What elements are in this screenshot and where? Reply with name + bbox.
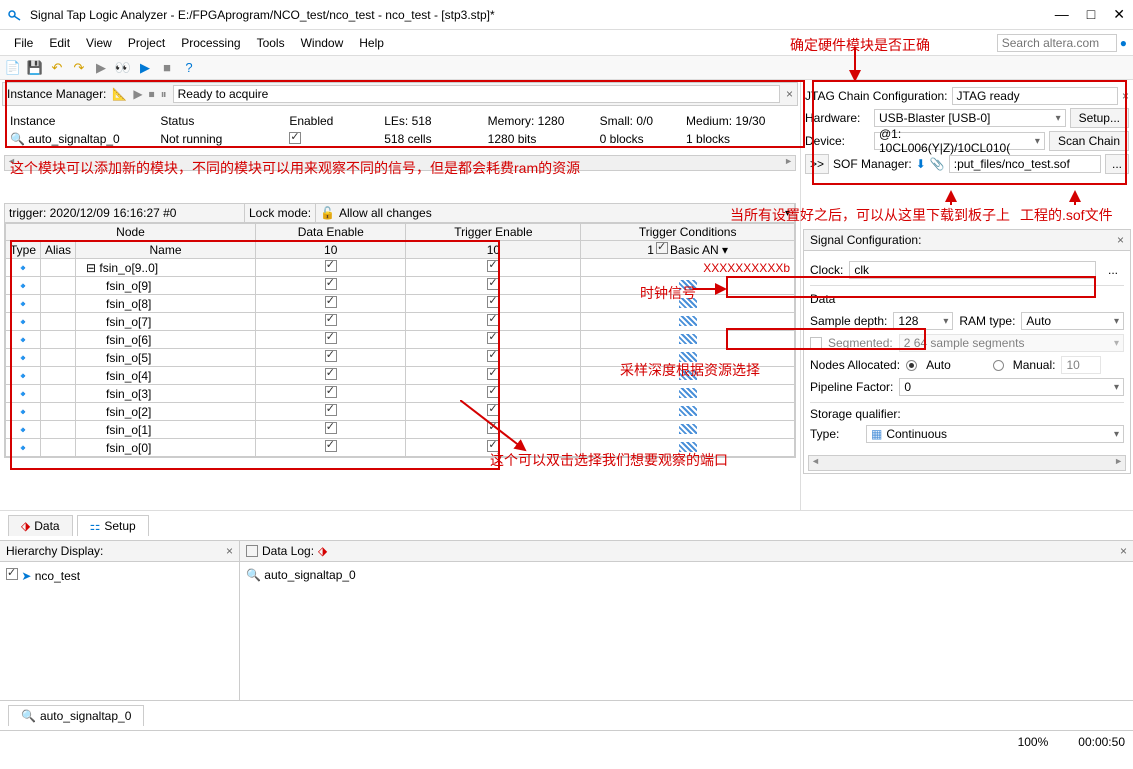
- app-icon: [8, 7, 24, 23]
- bottom-tabbar: 🔍 auto_signaltap_0: [0, 700, 1133, 730]
- nodes-alloc-label: Nodes Allocated:: [810, 358, 900, 372]
- sigconf-title: Signal Configuration:: [810, 233, 921, 247]
- annot-download: 当所有设置好之后，可以从这里下载到板子上: [730, 205, 1010, 225]
- datalog-panel: Data Log: ⬗ × 🔍 auto_signaltap_0: [240, 541, 1133, 700]
- data-section: Data Sample depth: 128 RAM type: Auto Se…: [810, 285, 1124, 443]
- menu-file[interactable]: File: [6, 34, 41, 52]
- redbox-nodes: [10, 240, 500, 470]
- type-label: Type:: [810, 427, 860, 441]
- instance-icon: 🔍: [246, 568, 261, 582]
- header-node: Node: [6, 224, 256, 241]
- hier-check[interactable]: [6, 568, 18, 580]
- redbox-sample: [726, 328, 926, 350]
- redbox-clock: [726, 276, 1096, 298]
- binoculars-icon[interactable]: 👀: [114, 59, 132, 77]
- trigger-timestamp: trigger: 2020/12/09 16:16:27 #0: [5, 204, 245, 222]
- header-tc-val[interactable]: 1Basic AN ▾: [581, 241, 795, 259]
- status-pct: 100%: [1018, 735, 1049, 749]
- datalog-check[interactable]: [246, 545, 258, 557]
- hierarchy-title: Hierarchy Display:: [6, 544, 103, 558]
- pipeline-label: Pipeline Factor:: [810, 380, 893, 394]
- type-dropdown[interactable]: ▦ Continuous: [866, 425, 1124, 443]
- sigconf-close[interactable]: ×: [1117, 233, 1124, 247]
- module-icon: ➤: [21, 569, 31, 583]
- redo-icon[interactable]: ↷: [70, 59, 88, 77]
- lock-mode-value[interactable]: 🔓 Allow all changes ▾: [316, 204, 795, 222]
- sample-depth-label: Sample depth:: [810, 314, 887, 328]
- maximize-button[interactable]: □: [1087, 6, 1095, 23]
- bottom-tab[interactable]: 🔍 auto_signaltap_0: [8, 705, 144, 726]
- menu-help[interactable]: Help: [351, 34, 392, 52]
- save-icon[interactable]: 💾: [26, 59, 44, 77]
- statusbar: 100% 00:00:50: [0, 730, 1133, 752]
- search-input[interactable]: [997, 34, 1117, 52]
- redbox-jtag: [812, 80, 1127, 185]
- nodes-auto-radio[interactable]: [906, 360, 917, 371]
- segmented-dropdown: 2 64 sample segments: [899, 334, 1124, 352]
- lock-mode-label: Lock mode:: [245, 204, 316, 222]
- run-icon[interactable]: ▶: [136, 59, 154, 77]
- datalog-icon[interactable]: ⬗: [318, 544, 327, 558]
- annot-hw-correct: 确定硬件模块是否正确: [790, 35, 930, 55]
- annot-module: 这个模块可以添加新的模块，不同的模块可以用来观察不同的信号，但是都会耗费ram的…: [10, 158, 580, 178]
- status-time: 00:00:50: [1078, 735, 1125, 749]
- pattern-icon[interactable]: [679, 334, 697, 344]
- ram-type-label: RAM type:: [959, 314, 1015, 328]
- hier-item[interactable]: nco_test: [35, 569, 80, 583]
- menu-edit[interactable]: Edit: [41, 34, 78, 52]
- menu-window[interactable]: Window: [293, 34, 352, 52]
- annot-sample: 采样深度根据资源选择: [620, 360, 760, 380]
- undo-icon[interactable]: ↶: [48, 59, 66, 77]
- datalog-title: Data Log:: [262, 544, 314, 558]
- nodes-manual-radio[interactable]: [993, 360, 1004, 371]
- header-data-enable: Data Enable: [256, 224, 406, 241]
- header-trigger-cond: Trigger Conditions: [581, 224, 795, 241]
- clock-label: Clock:: [810, 263, 843, 277]
- pipeline-dropdown[interactable]: 0: [899, 378, 1124, 396]
- search-box: ●: [997, 34, 1127, 52]
- signal-config-panel: Signal Configuration: × Clock: clk ... D…: [803, 229, 1131, 474]
- menu-processing[interactable]: Processing: [173, 34, 248, 52]
- hierarchy-panel: Hierarchy Display: × ➤ nco_test: [0, 541, 240, 700]
- new-icon[interactable]: 📄: [4, 59, 22, 77]
- lock-icon: 🔓: [320, 206, 335, 220]
- clock-browse[interactable]: ...: [1102, 262, 1124, 278]
- window-title: Signal Tap Logic Analyzer - E:/FPGAprogr…: [30, 8, 1055, 22]
- parent-cond[interactable]: XXXXXXXXXXb: [581, 259, 795, 277]
- pattern-icon[interactable]: [679, 424, 697, 434]
- titlebar: Signal Tap Logic Analyzer - E:/FPGAprogr…: [0, 0, 1133, 30]
- search-globe-icon[interactable]: ●: [1120, 36, 1127, 50]
- redbox-instance: [5, 80, 805, 148]
- ram-type-dropdown[interactable]: Auto: [1021, 312, 1124, 330]
- annot-port: 这个可以双击选择我们想要观察的端口: [490, 450, 728, 470]
- pattern-icon[interactable]: [679, 406, 697, 416]
- header-trigger-enable: Trigger Enable: [406, 224, 581, 241]
- close-button[interactable]: ✕: [1113, 6, 1125, 23]
- menu-tools[interactable]: Tools: [249, 34, 293, 52]
- continuous-icon: ▦: [871, 427, 882, 441]
- datalog-item[interactable]: auto_signaltap_0: [264, 568, 355, 582]
- datalog-close[interactable]: ×: [1120, 544, 1127, 558]
- view-tabs: ⬗Data ⚏Setup: [0, 510, 1133, 540]
- tab-data[interactable]: ⬗Data: [8, 515, 73, 536]
- hierarchy-close[interactable]: ×: [226, 544, 233, 558]
- help-icon[interactable]: ?: [180, 59, 198, 77]
- storage-label: Storage qualifier:: [810, 407, 1124, 421]
- sigconf-scroll[interactable]: [808, 455, 1126, 471]
- tab-setup[interactable]: ⚏Setup: [77, 515, 149, 536]
- stop-icon[interactable]: ■: [158, 59, 176, 77]
- tab-instance-icon: 🔍: [21, 709, 36, 723]
- menu-project[interactable]: Project: [120, 34, 173, 52]
- annot-sof: 工程的.sof文件: [1020, 205, 1113, 225]
- compile-icon[interactable]: ▶: [92, 59, 110, 77]
- nodes-manual-field: 10: [1061, 356, 1101, 374]
- pattern-icon[interactable]: [679, 316, 697, 326]
- menu-view[interactable]: View: [78, 34, 120, 52]
- minimize-button[interactable]: —: [1055, 6, 1069, 23]
- annot-clock: 时钟信号: [640, 283, 696, 303]
- menubar: File Edit View Project Processing Tools …: [0, 30, 1133, 56]
- toolbar: 📄 💾 ↶ ↷ ▶ 👀 ▶ ■ ?: [0, 56, 1133, 80]
- pattern-icon[interactable]: [679, 388, 697, 398]
